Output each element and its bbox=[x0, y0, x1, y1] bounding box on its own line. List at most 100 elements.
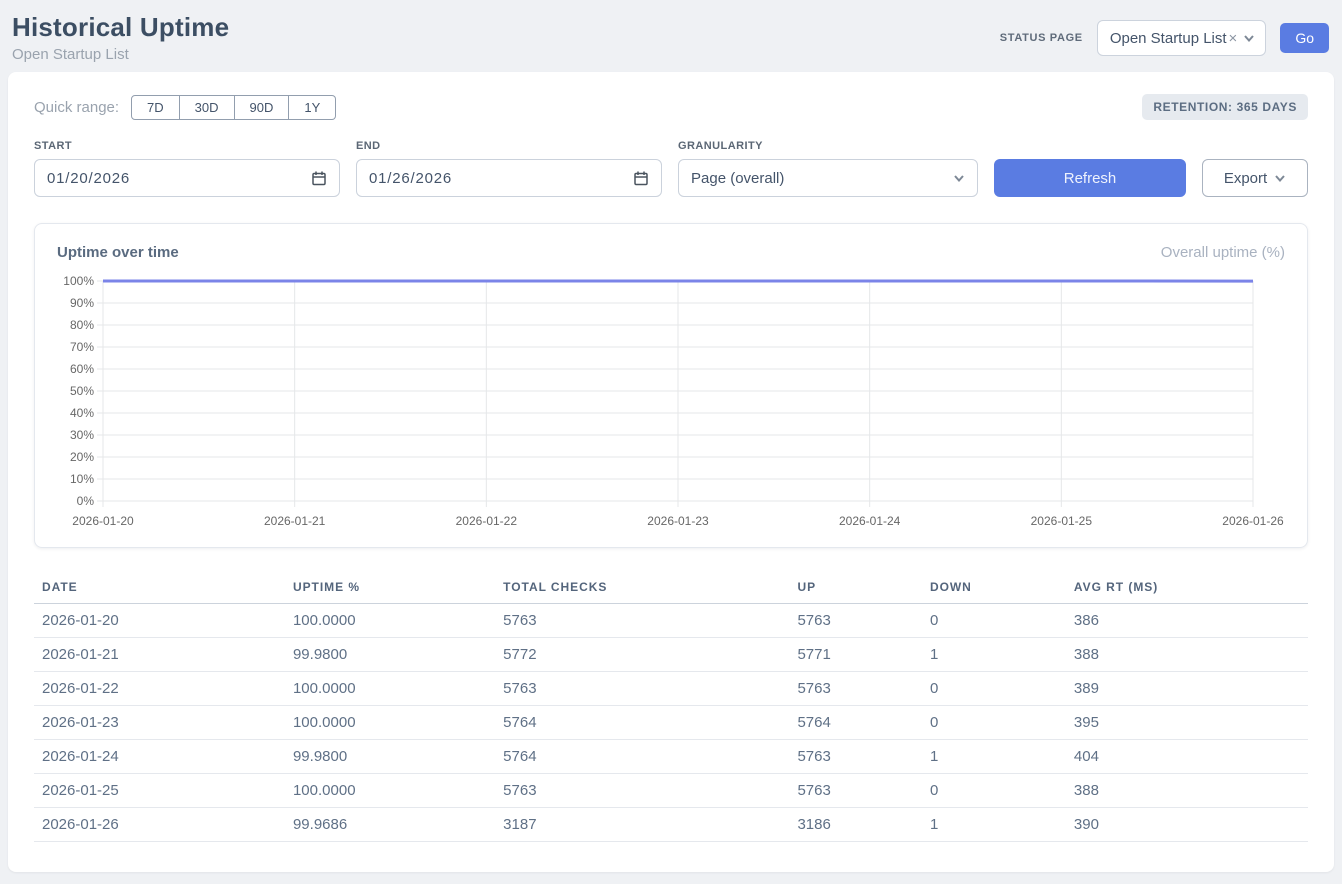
table-cell: 5771 bbox=[789, 638, 921, 672]
retention-badge: RETENTION: 365 DAYS bbox=[1142, 94, 1308, 120]
quick-range-group: 7D30D90D1Y bbox=[131, 95, 336, 120]
table-cell: 5763 bbox=[495, 774, 789, 808]
table-cell: 2026-01-20 bbox=[34, 604, 285, 638]
table-cell: 99.9686 bbox=[285, 808, 495, 842]
start-date-field: START 01/20/2026 bbox=[34, 140, 340, 197]
table-cell: 5763 bbox=[495, 672, 789, 706]
svg-text:2026-01-23: 2026-01-23 bbox=[647, 514, 709, 528]
end-date-input[interactable]: 01/26/2026 bbox=[356, 159, 662, 197]
svg-text:50%: 50% bbox=[70, 384, 94, 398]
table-cell: 5764 bbox=[789, 706, 921, 740]
svg-text:20%: 20% bbox=[70, 450, 94, 464]
calendar-icon[interactable] bbox=[311, 170, 327, 186]
column-header: DATE bbox=[34, 572, 285, 604]
svg-text:2026-01-22: 2026-01-22 bbox=[456, 514, 518, 528]
table-row: 2026-01-20100.0000576357630386 bbox=[34, 604, 1308, 638]
table-row: 2026-01-2499.9800576457631404 bbox=[34, 740, 1308, 774]
calendar-icon[interactable] bbox=[633, 170, 649, 186]
start-date-label: START bbox=[34, 140, 340, 152]
quick-range-row: Quick range: 7D30D90D1Y RETENTION: 365 D… bbox=[34, 94, 1308, 120]
table-cell: 100.0000 bbox=[285, 774, 495, 808]
topbar-right: STATUS PAGE Open Startup List × Go bbox=[1000, 20, 1329, 56]
table-cell: 100.0000 bbox=[285, 672, 495, 706]
chevron-down-icon bbox=[1274, 172, 1286, 184]
table-header-row: DATEUPTIME %TOTAL CHECKSUPDOWNAVG RT (MS… bbox=[34, 572, 1308, 604]
table-cell: 0 bbox=[922, 706, 1066, 740]
export-label: Export bbox=[1224, 170, 1267, 187]
quick-range-90d[interactable]: 90D bbox=[235, 95, 290, 120]
refresh-button[interactable]: Refresh bbox=[994, 159, 1186, 197]
table-cell: 3186 bbox=[789, 808, 921, 842]
svg-text:100%: 100% bbox=[63, 274, 94, 288]
granularity-value: Page (overall) bbox=[691, 170, 784, 187]
table-cell: 5763 bbox=[789, 672, 921, 706]
quick-range-7d[interactable]: 7D bbox=[131, 95, 180, 120]
status-page-select[interactable]: Open Startup List × bbox=[1097, 20, 1267, 56]
table-cell: 404 bbox=[1066, 740, 1308, 774]
table-row: 2026-01-23100.0000576457640395 bbox=[34, 706, 1308, 740]
table-cell: 0 bbox=[922, 672, 1066, 706]
table-cell: 99.9800 bbox=[285, 740, 495, 774]
quick-range-30d[interactable]: 30D bbox=[180, 95, 235, 120]
start-date-input[interactable]: 01/20/2026 bbox=[34, 159, 340, 197]
svg-text:2026-01-21: 2026-01-21 bbox=[264, 514, 326, 528]
end-date-value: 01/26/2026 bbox=[369, 170, 452, 187]
page-subtitle: Open Startup List bbox=[12, 46, 229, 63]
table-row: 2026-01-25100.0000576357630388 bbox=[34, 774, 1308, 808]
table-cell: 100.0000 bbox=[285, 706, 495, 740]
svg-text:2026-01-24: 2026-01-24 bbox=[839, 514, 901, 528]
table-cell: 99.9800 bbox=[285, 638, 495, 672]
chevron-down-icon bbox=[1243, 32, 1255, 44]
table-cell: 390 bbox=[1066, 808, 1308, 842]
svg-text:2026-01-25: 2026-01-25 bbox=[1031, 514, 1093, 528]
table-cell: 2026-01-24 bbox=[34, 740, 285, 774]
export-button[interactable]: Export bbox=[1202, 159, 1308, 197]
table-cell: 5763 bbox=[495, 604, 789, 638]
svg-text:90%: 90% bbox=[70, 296, 94, 310]
status-page-value: Open Startup List bbox=[1110, 30, 1227, 47]
table-cell: 2026-01-26 bbox=[34, 808, 285, 842]
table-cell: 0 bbox=[922, 774, 1066, 808]
end-date-label: END bbox=[356, 140, 662, 152]
table-cell: 1 bbox=[922, 638, 1066, 672]
svg-text:0%: 0% bbox=[77, 494, 95, 508]
start-date-value: 01/20/2026 bbox=[47, 170, 130, 187]
table-cell: 395 bbox=[1066, 706, 1308, 740]
column-header: AVG RT (MS) bbox=[1066, 572, 1308, 604]
svg-text:80%: 80% bbox=[70, 318, 94, 332]
uptime-table: DATEUPTIME %TOTAL CHECKSUPDOWNAVG RT (MS… bbox=[34, 572, 1308, 842]
table-cell: 0 bbox=[922, 604, 1066, 638]
table-cell: 5763 bbox=[789, 774, 921, 808]
column-header: TOTAL CHECKS bbox=[495, 572, 789, 604]
granularity-select[interactable]: Page (overall) bbox=[678, 159, 978, 197]
table-cell: 5763 bbox=[789, 740, 921, 774]
status-page-label: STATUS PAGE bbox=[1000, 32, 1083, 44]
chevron-down-icon bbox=[953, 172, 965, 184]
svg-text:60%: 60% bbox=[70, 362, 94, 376]
end-date-field: END 01/26/2026 bbox=[356, 140, 662, 197]
column-header: DOWN bbox=[922, 572, 1066, 604]
chart-title: Uptime over time bbox=[57, 244, 179, 261]
svg-text:10%: 10% bbox=[70, 472, 94, 486]
table-cell: 100.0000 bbox=[285, 604, 495, 638]
quick-range-1y[interactable]: 1Y bbox=[289, 95, 336, 120]
table-cell: 5764 bbox=[495, 740, 789, 774]
table-cell: 3187 bbox=[495, 808, 789, 842]
table-cell: 2026-01-25 bbox=[34, 774, 285, 808]
table-cell: 2026-01-22 bbox=[34, 672, 285, 706]
go-button[interactable]: Go bbox=[1280, 23, 1329, 53]
topbar: Historical Uptime Open Startup List STAT… bbox=[0, 0, 1342, 72]
chart-legend: Overall uptime (%) bbox=[1161, 244, 1285, 261]
clear-icon[interactable]: × bbox=[1229, 31, 1238, 46]
table-cell: 1 bbox=[922, 740, 1066, 774]
granularity-field: GRANULARITY Page (overall) bbox=[678, 140, 978, 197]
svg-text:70%: 70% bbox=[70, 340, 94, 354]
title-block: Historical Uptime Open Startup List bbox=[12, 12, 229, 63]
filter-fields-row: START 01/20/2026 END 01/26/2026 GRANULAR… bbox=[34, 140, 1308, 197]
table-cell: 389 bbox=[1066, 672, 1308, 706]
table-cell: 2026-01-23 bbox=[34, 706, 285, 740]
table-cell: 5772 bbox=[495, 638, 789, 672]
table-cell: 5763 bbox=[789, 604, 921, 638]
table-cell: 386 bbox=[1066, 604, 1308, 638]
uptime-chart-card: Uptime over time Overall uptime (%) 0% 10… bbox=[34, 223, 1308, 548]
